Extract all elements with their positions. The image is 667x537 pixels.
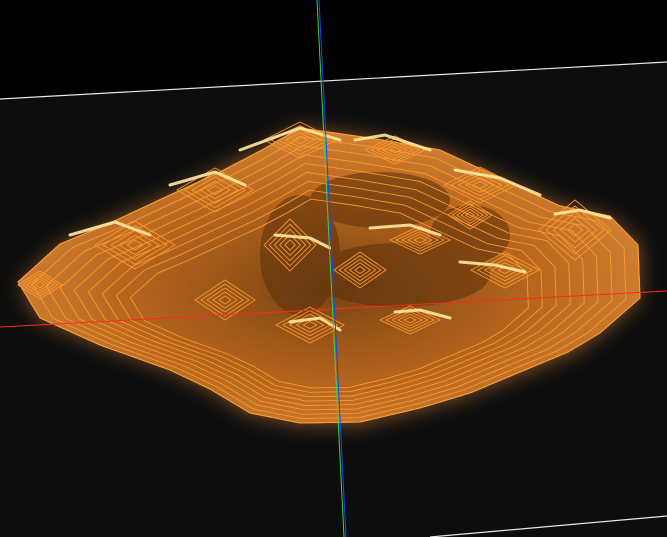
3d-viewport[interactable] <box>0 0 667 537</box>
scene-canvas[interactable] <box>0 0 667 537</box>
